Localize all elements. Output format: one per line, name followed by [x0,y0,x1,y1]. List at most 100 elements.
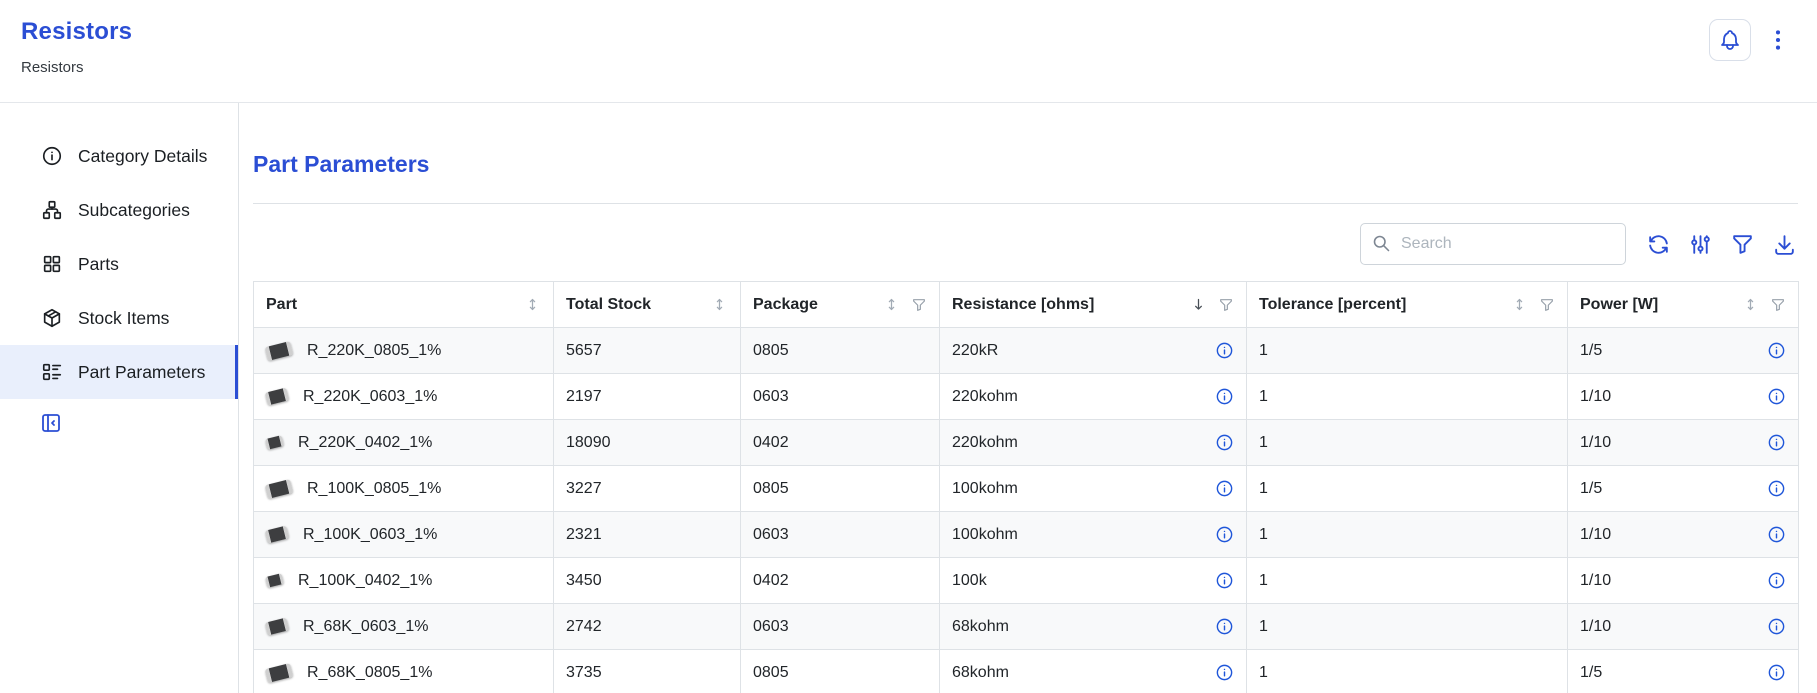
info-icon[interactable] [1767,525,1786,544]
sort-icon[interactable] [524,296,541,313]
resistance-value: 220kohm [952,434,1018,452]
overflow-menu-button[interactable] [1765,19,1791,61]
info-icon[interactable] [1767,479,1786,498]
part-cell[interactable]: R_100K_0805_1% [254,466,554,512]
sort-descending-icon[interactable] [1190,296,1207,313]
package-cell: 0805 [741,328,940,374]
info-icon [1215,571,1234,590]
sort-icon[interactable] [1742,296,1759,313]
column-header-power-w[interactable]: Power [W] [1568,282,1799,328]
grid-icon [41,253,63,275]
part-cell[interactable]: R_220K_0805_1% [254,328,554,374]
sort-desc-icon [1190,296,1207,313]
column-filter-icon[interactable] [1218,297,1234,313]
search-icon [1371,233,1392,254]
sidebar-item-part-parameters[interactable]: Part Parameters [0,345,238,399]
search-input[interactable] [1360,223,1626,265]
sidebar-item-stock-items[interactable]: Stock Items [0,291,238,345]
power-cell: 1/10 [1568,374,1799,420]
info-icon [1767,525,1786,544]
column-header-part[interactable]: Part [254,282,554,328]
part-name: R_100K_0805_1% [307,480,441,498]
package-cell: 0402 [741,420,940,466]
part-cell[interactable]: R_220K_0603_1% [254,374,554,420]
sidebar-item-subcategories[interactable]: Subcategories [0,183,238,237]
table-row[interactable]: R_220K_0805_1%56570805220kR11/5 [254,328,1799,374]
column-label: Power [W] [1580,296,1658,314]
info-icon[interactable] [1215,571,1234,590]
notifications-button[interactable] [1709,19,1751,61]
resistance-value: 100kohm [952,480,1018,498]
resistance-value: 100kohm [952,526,1018,544]
part-cell[interactable]: R_100K_0402_1% [254,558,554,604]
filter-button[interactable] [1729,231,1756,258]
info-icon[interactable] [1767,387,1786,406]
info-icon[interactable] [1215,387,1234,406]
sidebar-item-category-details[interactable]: Category Details [0,129,238,183]
app-window: Resistors Resistors Category DetailsSubc… [0,0,1817,693]
column-header-resistance-ohms[interactable]: Resistance [ohms] [940,282,1247,328]
part-name: R_100K_0402_1% [298,572,432,590]
info-icon[interactable] [1215,525,1234,544]
tolerance-cell: 1 [1247,374,1568,420]
part-cell[interactable]: R_100K_0603_1% [254,512,554,558]
part-name: R_220K_0402_1% [298,434,432,452]
info-icon[interactable] [1215,617,1234,636]
info-icon[interactable] [1767,617,1786,636]
column-settings-button[interactable] [1687,231,1714,258]
info-icon [1215,387,1234,406]
sidebar-collapse-button[interactable] [39,411,63,438]
resistance-cell: 100kohm [940,466,1247,512]
filter-icon [1539,297,1555,313]
column-header-package[interactable]: Package [741,282,940,328]
column-filter-icon[interactable] [911,297,927,313]
table-row[interactable]: R_68K_0603_1%2742060368kohm11/10 [254,604,1799,650]
power-value: 1/10 [1580,388,1611,406]
sort-icon[interactable] [711,296,728,313]
column-label: Tolerance [percent] [1259,296,1406,314]
resistance-cell: 100k [940,558,1247,604]
tolerance-cell: 1 [1247,558,1568,604]
column-filter-icon[interactable] [1770,297,1786,313]
part-cell[interactable]: R_220K_0402_1% [254,420,554,466]
column-header-tolerance-percent[interactable]: Tolerance [percent] [1247,282,1568,328]
power-value: 1/10 [1580,618,1611,636]
power-cell: 1/10 [1568,420,1799,466]
info-icon[interactable] [1215,479,1234,498]
refresh-button[interactable] [1645,231,1672,258]
info-icon[interactable] [1767,663,1786,682]
column-filter-icon[interactable] [1539,297,1555,313]
sort-icon[interactable] [883,296,900,313]
part-cell[interactable]: R_68K_0805_1% [254,650,554,693]
column-header-total-stock[interactable]: Total Stock [554,282,741,328]
info-icon[interactable] [1767,433,1786,452]
power-cell: 1/10 [1568,558,1799,604]
sort-icon[interactable] [1511,296,1528,313]
table-row[interactable]: R_100K_0805_1%32270805100kohm11/5 [254,466,1799,512]
info-icon[interactable] [1767,341,1786,360]
download-button[interactable] [1771,231,1798,258]
sidebar-item-label: Stock Items [78,308,169,329]
sort-both-icon [1742,296,1759,313]
total-stock-cell: 2197 [554,374,741,420]
info-icon[interactable] [1215,663,1234,682]
table-row[interactable]: R_220K_0402_1%180900402220kohm11/10 [254,420,1799,466]
table-row[interactable]: R_100K_0603_1%23210603100kohm11/10 [254,512,1799,558]
table-row[interactable]: R_68K_0805_1%3735080568kohm11/5 [254,650,1799,693]
resistance-cell: 220kohm [940,374,1247,420]
table-row[interactable]: R_220K_0603_1%21970603220kohm11/10 [254,374,1799,420]
info-icon [1215,525,1234,544]
part-thumbnail [265,388,289,406]
resistance-cell: 68kohm [940,604,1247,650]
column-label: Resistance [ohms] [952,296,1094,314]
power-cell: 1/5 [1568,650,1799,693]
table-row[interactable]: R_100K_0402_1%34500402100k11/10 [254,558,1799,604]
part-cell[interactable]: R_68K_0603_1% [254,604,554,650]
info-icon[interactable] [1215,341,1234,360]
resistance-cell: 68kohm [940,650,1247,693]
sidebar-item-parts[interactable]: Parts [0,237,238,291]
breadcrumb[interactable]: Resistors [21,59,132,76]
info-icon[interactable] [1215,433,1234,452]
header-actions [1709,18,1791,102]
info-icon[interactable] [1767,571,1786,590]
